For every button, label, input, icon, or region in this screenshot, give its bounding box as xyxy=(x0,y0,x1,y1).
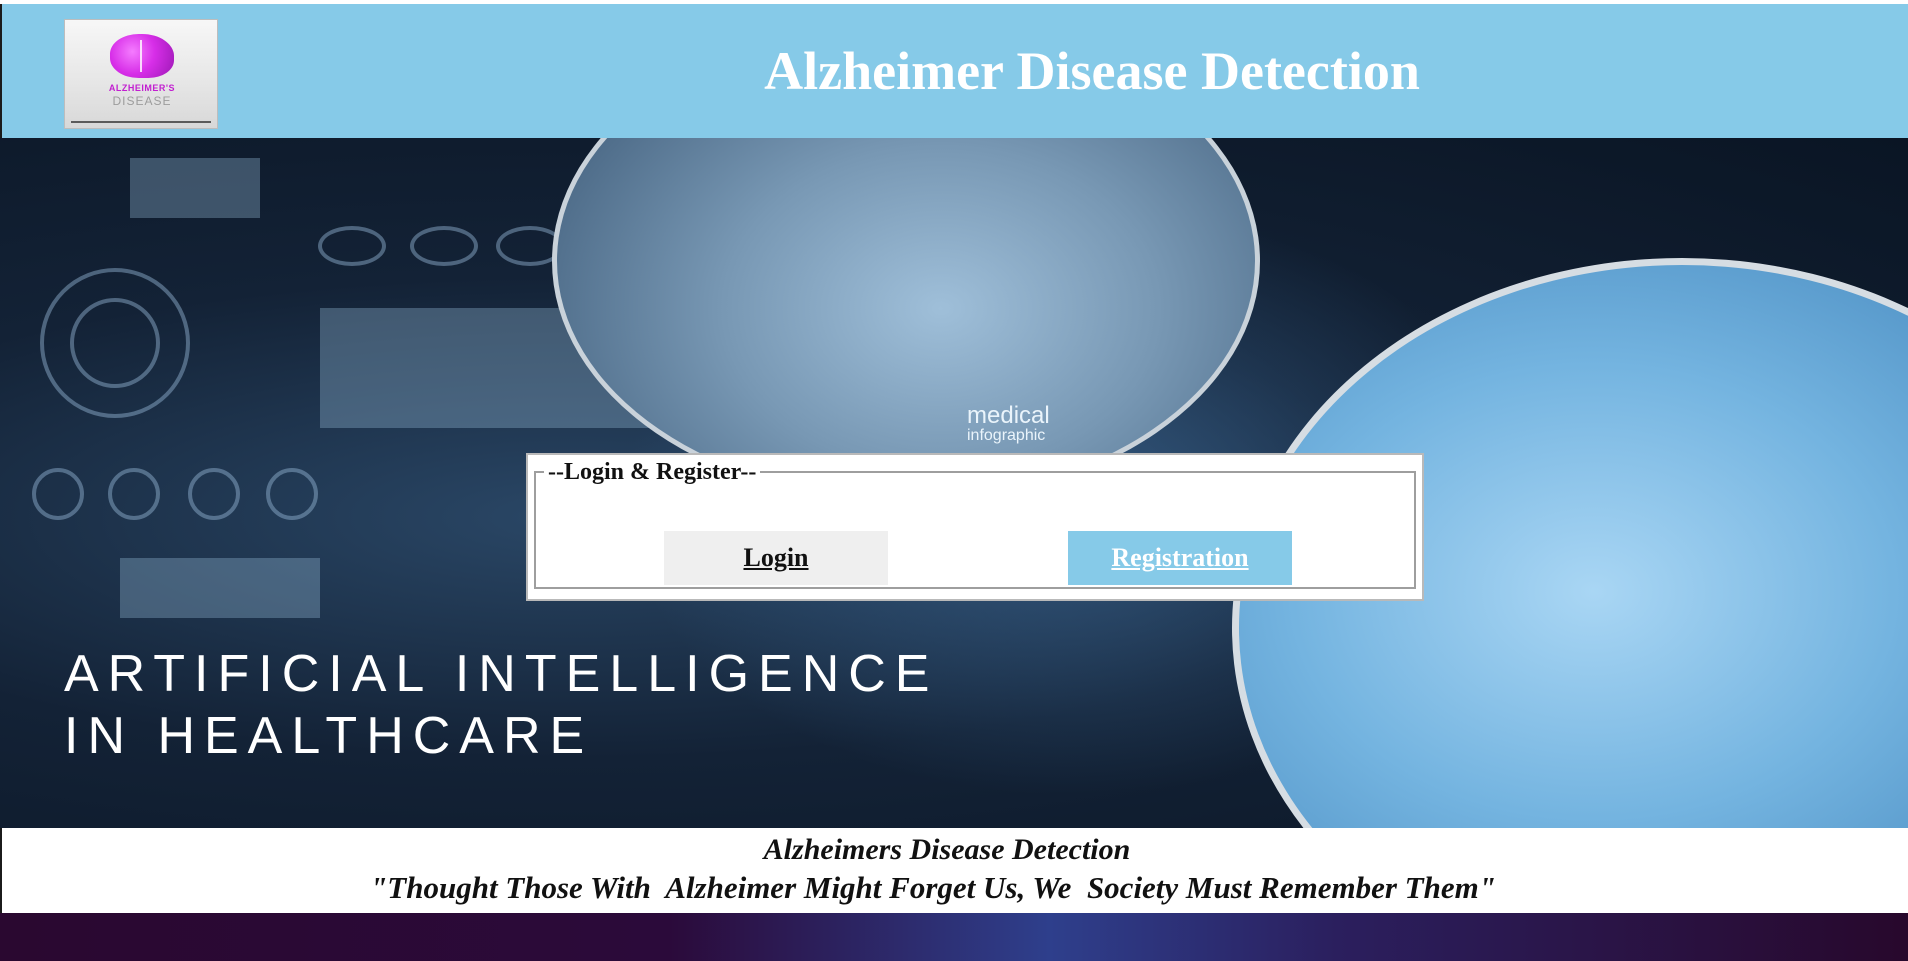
hud-ring-decoration xyxy=(410,226,478,266)
logo-text-line1: ALZHEIMER'S xyxy=(108,83,176,93)
hud-chart-decoration xyxy=(130,158,260,218)
brain-icon xyxy=(110,34,174,78)
footer-quote: "Thought Those With Alzheimer Might Forg… xyxy=(370,870,1496,905)
login-legend: --Login & Register-- xyxy=(544,455,761,489)
hero-tagline: ARTIFICIAL INTELLIGENCE IN HEALTHCARE xyxy=(64,643,939,767)
page: ALZHEIMER'S DISEASE Alzheimer Disease De… xyxy=(0,0,1908,961)
footer: Alzheimers Disease Detection "Thought Th… xyxy=(0,828,1908,913)
hero-tagline-line2: IN HEALTHCARE xyxy=(64,707,594,765)
infographic-label-line1: medical xyxy=(967,402,1050,429)
footer-bar xyxy=(0,913,1908,961)
page-title: Alzheimer Disease Detection xyxy=(764,41,1420,101)
hud-ring-decoration xyxy=(318,226,386,266)
hero-tagline-line1: ARTIFICIAL INTELLIGENCE xyxy=(64,645,939,703)
hud-chart-decoration xyxy=(120,558,320,618)
logo: ALZHEIMER'S DISEASE xyxy=(64,19,218,129)
hud-ring-decoration xyxy=(108,468,160,520)
login-register-panel: Login Registration --Login & Register-- xyxy=(526,453,1424,601)
header: ALZHEIMER'S DISEASE Alzheimer Disease De… xyxy=(0,4,1908,138)
logo-divider xyxy=(71,121,211,123)
logo-text-line2: DISEASE xyxy=(112,94,172,108)
hud-ring-decoration xyxy=(266,468,318,520)
infographic-label-line2: infographic xyxy=(967,427,1046,445)
login-button[interactable]: Login xyxy=(664,531,888,585)
footer-title: Alzheimers Disease Detection xyxy=(763,833,1131,866)
hud-ring-decoration xyxy=(188,468,240,520)
hud-ring-decoration xyxy=(70,298,160,388)
hud-ring-decoration xyxy=(32,468,84,520)
registration-button[interactable]: Registration xyxy=(1068,531,1292,585)
infographic-label: medical infographic xyxy=(967,403,1050,445)
